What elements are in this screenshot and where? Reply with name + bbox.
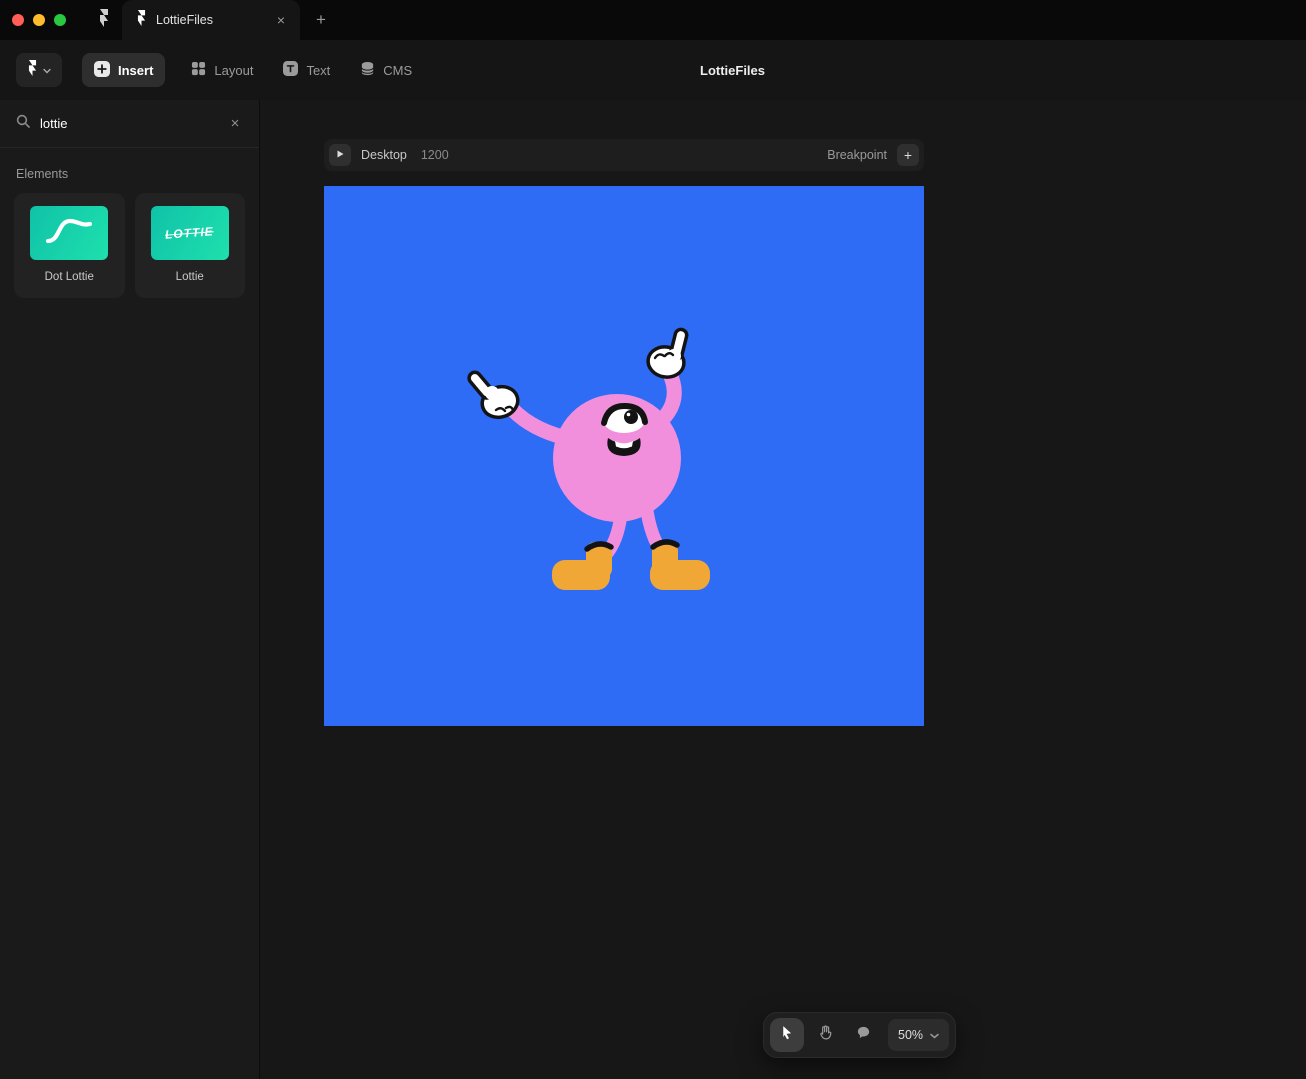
dot-lottie-thumbnail — [30, 206, 109, 260]
view-controls-toolbar: 50% — [763, 1012, 957, 1058]
layout-button[interactable]: Layout — [179, 53, 265, 87]
minimize-window-button[interactable] — [33, 14, 45, 26]
insert-button[interactable]: Insert — [82, 53, 166, 87]
home-button[interactable] — [92, 8, 116, 32]
maximize-window-button[interactable] — [54, 14, 66, 26]
lottie-wordmark-icon: LOTTIE — [164, 224, 215, 242]
layout-label: Layout — [214, 62, 254, 78]
insert-panel: × Elements Dot Lottie LOTTIE Lottie — [0, 100, 260, 1079]
breakpoint-device-label[interactable]: Desktop — [361, 148, 407, 162]
desktop-artboard[interactable] — [324, 186, 924, 726]
chevron-down-icon — [930, 1026, 939, 1044]
search-icon — [16, 114, 30, 133]
dot-lottie-curve-icon — [42, 214, 96, 253]
element-card-dot-lottie[interactable]: Dot Lottie — [14, 193, 125, 298]
element-label: Lottie — [175, 271, 204, 283]
text-button[interactable]: Text — [271, 53, 342, 87]
text-icon — [283, 61, 299, 79]
pan-tool-button[interactable] — [808, 1018, 842, 1052]
framer-logo-icon — [27, 59, 38, 81]
breakpoint-bar: Desktop 1200 Breakpoint + — [324, 139, 924, 171]
toolbar: Insert Layout Text CMS LottieFiles — [0, 40, 1306, 100]
select-tool-button[interactable] — [770, 1018, 804, 1052]
canvas[interactable]: Desktop 1200 Breakpoint + 50% — [260, 100, 1306, 1079]
layout-icon — [191, 61, 206, 79]
comment-icon — [855, 1024, 872, 1046]
breakpoint-add-label: Breakpoint — [827, 148, 887, 162]
character-illustration — [324, 186, 924, 726]
close-window-button[interactable] — [12, 14, 24, 26]
search-bar: × — [0, 100, 259, 148]
main-menu-button[interactable] — [16, 53, 62, 87]
text-label: Text — [306, 62, 331, 78]
tab-close-icon[interactable]: × — [272, 11, 290, 29]
play-icon — [335, 146, 345, 164]
comment-tool-button[interactable] — [846, 1018, 880, 1052]
element-card-lottie[interactable]: LOTTIE Lottie — [134, 193, 245, 298]
tab-title: LottieFiles — [156, 13, 213, 27]
lottie-thumbnail: LOTTIE — [150, 206, 229, 260]
elements-section-label: Elements — [16, 167, 69, 181]
tab-lottiefiles[interactable]: LottieFiles × — [122, 0, 300, 40]
primary-breakpoint-button[interactable] — [329, 144, 351, 166]
framer-logo-icon — [98, 8, 110, 32]
element-cards: Dot Lottie LOTTIE Lottie — [0, 193, 259, 298]
chevron-down-icon — [43, 61, 51, 79]
hand-icon — [817, 1024, 834, 1046]
breakpoint-width-value[interactable]: 1200 — [421, 148, 449, 162]
search-clear-icon[interactable]: × — [225, 115, 245, 132]
insert-icon — [94, 60, 110, 80]
insert-label: Insert — [118, 62, 154, 78]
cms-button[interactable]: CMS — [348, 53, 424, 87]
add-breakpoint-button[interactable]: + — [897, 144, 919, 166]
framer-logo-icon — [136, 9, 147, 31]
search-input[interactable] — [40, 116, 225, 131]
cursor-icon — [779, 1024, 796, 1046]
cms-database-icon — [360, 61, 375, 79]
new-tab-button[interactable]: + — [310, 9, 332, 31]
zoom-control[interactable]: 50% — [888, 1019, 950, 1051]
project-title: LottieFiles — [700, 62, 766, 78]
cms-label: CMS — [383, 62, 413, 78]
window-controls — [12, 14, 66, 26]
zoom-level: 50% — [898, 1028, 924, 1042]
titlebar: LottieFiles × + — [0, 0, 1306, 40]
element-label: Dot Lottie — [44, 271, 94, 283]
